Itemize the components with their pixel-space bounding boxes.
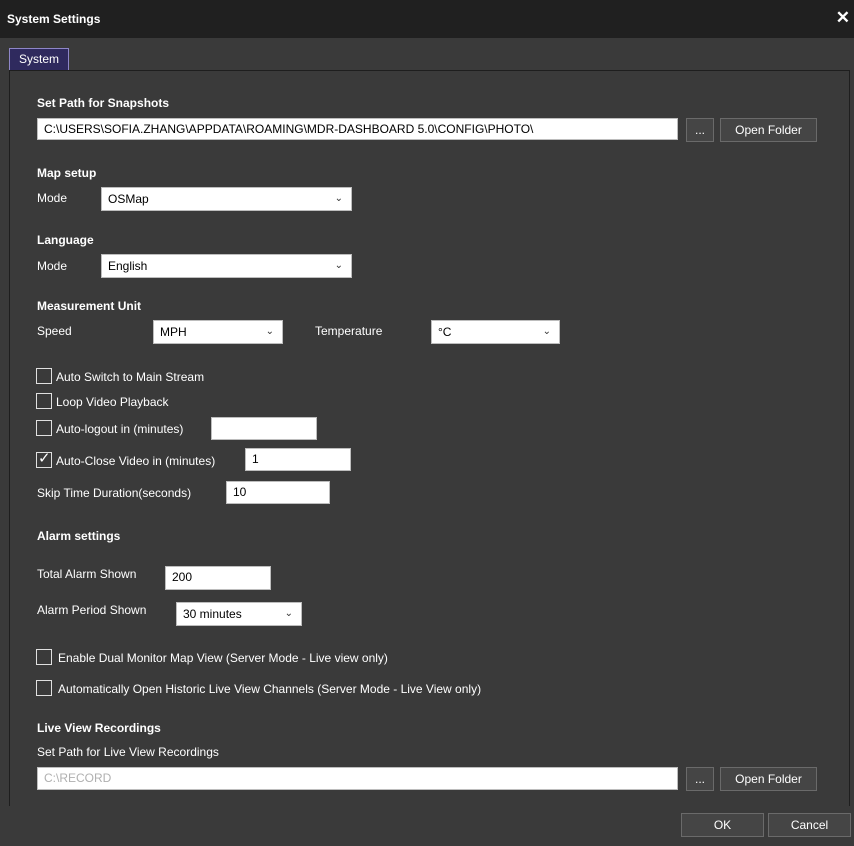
settings-panel: [9, 70, 850, 807]
alarm-heading: Alarm settings: [37, 529, 121, 543]
speed-value: MPH: [160, 325, 187, 339]
auto-close-checkbox[interactable]: ✓: [36, 450, 52, 468]
language-mode-select[interactable]: English ⌄: [101, 254, 352, 278]
historic-channels-checkbox[interactable]: [36, 680, 52, 696]
snapshot-path-input[interactable]: C:\USERS\SOFIA.ZHANG\APPDATA\ROAMING\MDR…: [37, 118, 678, 140]
title-bar: System Settings ✕: [0, 0, 854, 38]
dual-monitor-label: Enable Dual Monitor Map View (Server Mod…: [58, 651, 388, 665]
auto-close-input[interactable]: 1: [245, 448, 351, 471]
loop-video-checkbox[interactable]: [36, 393, 52, 409]
ok-button[interactable]: OK: [681, 813, 764, 837]
recordings-path-label: Set Path for Live View Recordings: [37, 745, 219, 759]
recordings-browse-button[interactable]: ...: [686, 767, 714, 791]
auto-logout-input[interactable]: [211, 417, 317, 440]
close-icon[interactable]: ✕: [836, 8, 850, 28]
auto-switch-checkbox[interactable]: [36, 368, 52, 384]
dual-monitor-checkbox[interactable]: [36, 649, 52, 665]
measurement-heading: Measurement Unit: [37, 299, 142, 313]
alarm-period-value: 30 minutes: [183, 607, 242, 621]
temperature-value: °C: [438, 325, 452, 339]
recordings-open-folder-button[interactable]: Open Folder: [720, 767, 817, 791]
total-alarm-label: Total Alarm Shown: [37, 567, 137, 581]
map-mode-select[interactable]: OSMap ⌄: [101, 187, 352, 211]
recordings-heading: Live View Recordings: [37, 721, 161, 735]
speed-label: Speed: [37, 324, 72, 338]
chevron-down-icon: ⌄: [265, 326, 274, 337]
language-mode-label: Mode: [37, 259, 68, 273]
historic-channels-label: Automatically Open Historic Live View Ch…: [58, 682, 482, 696]
auto-logout-checkbox[interactable]: [36, 420, 52, 436]
snapshots-heading: Set Path for Snapshots: [37, 96, 170, 110]
chevron-down-icon: ⌄: [542, 326, 551, 337]
language-mode-value: English: [108, 259, 148, 273]
chevron-down-icon: ⌄: [334, 193, 343, 204]
temperature-label: Temperature: [315, 324, 383, 338]
chevron-down-icon: ⌄: [284, 608, 293, 619]
speed-select[interactable]: MPH ⌄: [153, 320, 283, 344]
auto-logout-label: Auto-logout in (minutes): [56, 422, 184, 436]
recordings-path-input[interactable]: C:\RECORD: [37, 767, 678, 790]
skip-time-label: Skip Time Duration(seconds): [37, 486, 192, 500]
loop-video-label: Loop Video Playback: [56, 395, 169, 409]
window-title: System Settings: [7, 12, 101, 26]
map-mode-label: Mode: [37, 191, 68, 205]
alarm-period-select[interactable]: 30 minutes ⌄: [176, 602, 302, 626]
chevron-down-icon: ⌄: [334, 260, 343, 271]
skip-time-input[interactable]: 10: [226, 481, 330, 504]
total-alarm-input[interactable]: 200: [165, 566, 271, 590]
cancel-button[interactable]: Cancel: [768, 813, 851, 837]
tab-system[interactable]: System: [9, 48, 69, 70]
language-heading: Language: [37, 233, 94, 247]
snapshot-open-folder-button[interactable]: Open Folder: [720, 118, 817, 142]
auto-close-label: Auto-Close Video in (minutes): [56, 454, 216, 468]
map-mode-value: OSMap: [108, 192, 149, 206]
map-setup-heading: Map setup: [37, 166, 97, 180]
auto-switch-label: Auto Switch to Main Stream: [56, 370, 205, 384]
check-icon: ✓: [38, 450, 51, 467]
temperature-select[interactable]: °C ⌄: [431, 320, 560, 344]
snapshot-browse-button[interactable]: ...: [686, 118, 714, 142]
alarm-period-label: Alarm Period Shown: [37, 603, 147, 617]
